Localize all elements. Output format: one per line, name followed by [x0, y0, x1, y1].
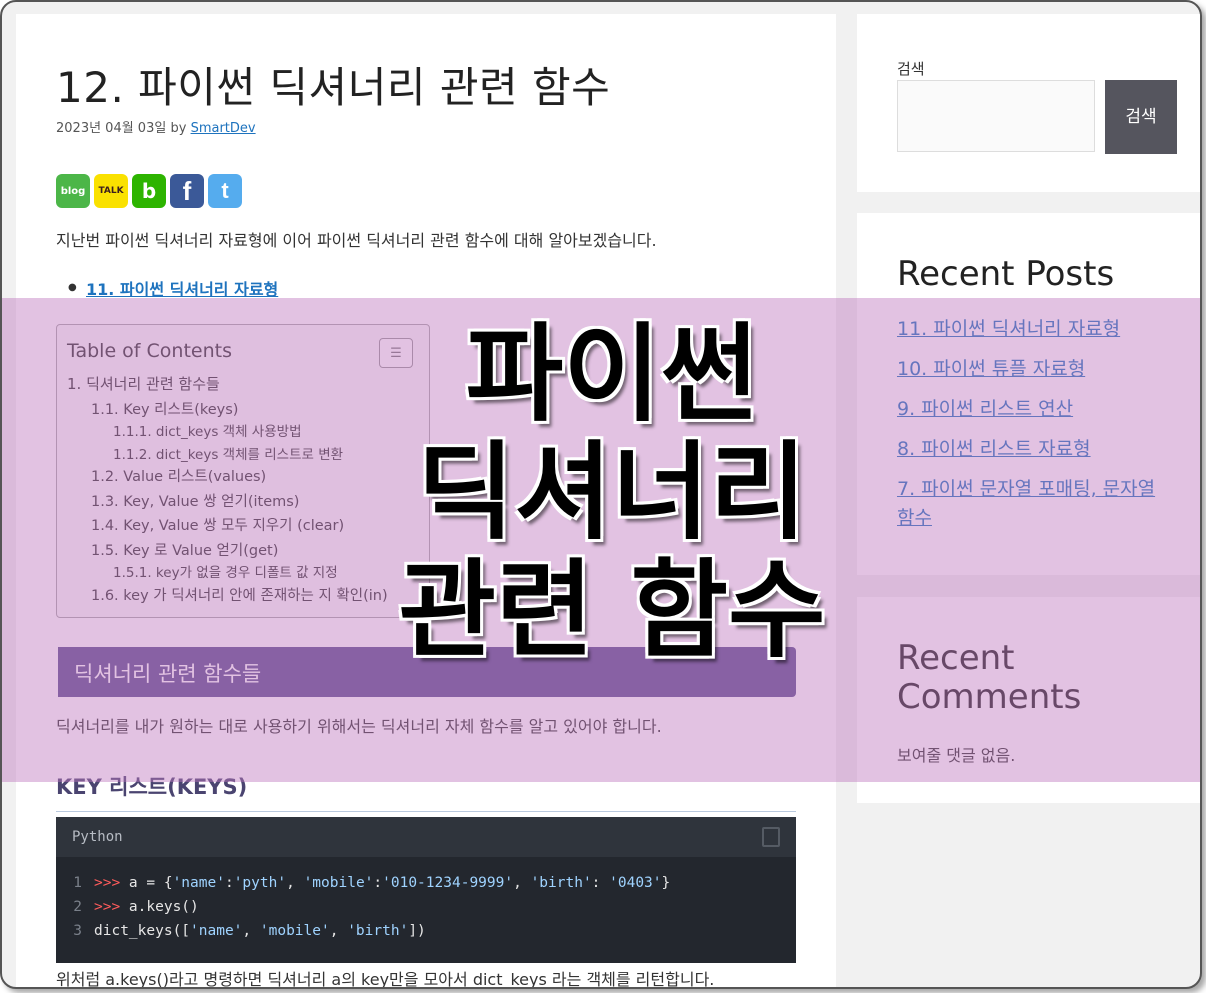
recent-posts-title: Recent Posts: [897, 254, 1115, 294]
code-token: 'birth': [530, 875, 592, 891]
share-label: f: [182, 175, 192, 206]
code-line: 1 >>> a = {'name':'pyth', 'mobile':'010-1…: [56, 871, 796, 895]
code-lines: 1 >>> a = {'name':'pyth', 'mobile':'010-1…: [56, 857, 796, 943]
search-label: 검색: [897, 60, 925, 78]
code-token: 'mobile': [303, 875, 374, 891]
code-token: 'mobile': [259, 923, 330, 939]
copy-icon[interactable]: [762, 827, 780, 847]
code-token: }: [661, 875, 671, 891]
code-language: Python: [72, 829, 123, 845]
search-widget: 검색 검색: [857, 14, 1200, 192]
share-label: t: [221, 178, 229, 203]
code-token: >>>: [94, 899, 129, 915]
author-link[interactable]: SmartDev: [191, 121, 256, 136]
code-token: a = {: [128, 875, 173, 891]
code-token: dict_keys([: [94, 923, 191, 939]
naver-blog-icon[interactable]: blog: [56, 174, 90, 208]
banner-line: 관련 함수: [398, 549, 826, 672]
code-token: 'name': [172, 875, 225, 891]
banner-line: 딕셔너리: [416, 431, 808, 554]
window-frame: 12. 파이썬 딕셔너리 관련 함수 2023년 04월 03일 by Smar…: [0, 0, 1202, 989]
code-token: ,: [286, 875, 304, 891]
code-block: Python 1 >>> a = {'name':'pyth', 'mobile'…: [56, 817, 796, 963]
share-label: b: [141, 179, 157, 203]
code-token: ,: [513, 875, 531, 891]
code-token: 'name': [190, 923, 243, 939]
line-number: 3: [73, 923, 82, 939]
post-meta: 2023년 04월 03일 by SmartDev: [56, 117, 256, 136]
code-header: Python: [56, 817, 796, 857]
code-line: 2 >>> a.keys(): [56, 895, 796, 919]
section-paragraph-2: 위처럼 a.keys()라고 명령하면 딕셔너리 a의 key만을 모아서 di…: [56, 970, 715, 989]
code-token: ,: [242, 923, 260, 939]
post-by: by: [170, 121, 187, 136]
thumbnail-banner: 파이썬 딕셔너리 관련 함수: [372, 316, 852, 670]
code-token: 'birth': [347, 923, 409, 939]
code-line: 3 dict_keys(['name', 'mobile', 'birth']): [56, 919, 796, 943]
line-number: 2: [73, 899, 82, 915]
intro-text: 지난번 파이썬 딕셔너리 자료형에 이어 파이썬 딕셔너리 관련 함수에 대해 …: [56, 231, 657, 250]
kakao-talk-icon[interactable]: TALK: [94, 174, 128, 208]
code-token: a.keys(): [128, 899, 199, 915]
share-buttons: blog TALK b f t: [56, 174, 242, 208]
list-item: 11. 파이썬 딕셔너리 자료형: [68, 276, 278, 300]
line-number: 1: [73, 875, 82, 891]
related-post-link[interactable]: 11. 파이썬 딕셔너리 자료형: [86, 280, 278, 299]
code-token: ,: [329, 923, 348, 939]
share-label: blog: [60, 185, 86, 197]
code-token: ]): [408, 923, 426, 939]
facebook-icon[interactable]: f: [170, 174, 204, 208]
post-date: 2023년 04월 03일: [56, 121, 167, 136]
code-token: >>>: [94, 875, 129, 891]
page-title: 12. 파이썬 딕셔너리 관련 함수: [56, 63, 611, 112]
code-token: :: [373, 875, 383, 891]
related-list: 11. 파이썬 딕셔너리 자료형: [68, 276, 278, 300]
share-label: TALK: [98, 186, 124, 196]
code-token: '010-1234-9999': [382, 875, 514, 891]
code-token: '0403': [609, 875, 662, 891]
band-icon[interactable]: b: [132, 174, 166, 208]
code-token: :: [591, 875, 610, 891]
banner-line: 파이썬: [465, 313, 759, 436]
twitter-icon[interactable]: t: [208, 174, 242, 208]
search-button[interactable]: 검색: [1105, 80, 1177, 154]
search-input[interactable]: [897, 80, 1095, 152]
code-token: :: [224, 875, 234, 891]
code-token: 'pyth': [233, 875, 287, 891]
